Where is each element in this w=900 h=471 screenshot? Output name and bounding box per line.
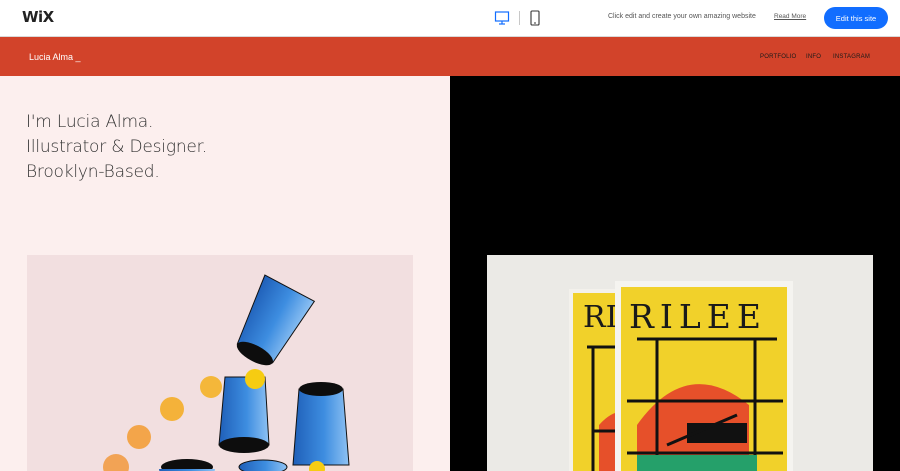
site-name[interactable]: Lucia Alma _ [29, 52, 81, 62]
poster-front-letters: RILEE [629, 297, 767, 336]
cups-and-coins-illustration [103, 274, 350, 471]
coin [103, 454, 129, 471]
hero-line-location: Brooklyn-Based. [26, 162, 160, 182]
rilee-poster-graphic: RI RILEE [569, 281, 793, 471]
cup-shape [238, 459, 288, 471]
promo-text: Click edit and create your own amazing w… [608, 13, 756, 20]
coin [160, 397, 184, 421]
wix-logo[interactable]: WiX [22, 8, 54, 26]
poster-back-letters: RI [583, 300, 617, 335]
nav-instagram[interactable]: INSTAGRAM [833, 54, 870, 60]
hero-headline: I'm Lucia Alma. Illustrator & Designer. … [26, 110, 207, 185]
edit-site-button[interactable]: Edit this site [824, 7, 888, 29]
cup-shape [292, 382, 350, 466]
portfolio-pane: RI RILEE [450, 76, 900, 471]
site-header: Lucia Alma _ PORTFOLIO INFO INSTAGRAM [0, 37, 900, 76]
wix-editor-bar: WiX Click edit and create your own amazi… [0, 0, 900, 37]
desktop-icon[interactable] [494, 10, 510, 26]
nav-info[interactable]: INFO [806, 54, 821, 60]
device-separator [519, 11, 520, 25]
intro-pane: I'm Lucia Alma. Illustrator & Designer. … [0, 76, 450, 471]
device-switcher [494, 10, 540, 26]
cup-shape [218, 376, 270, 453]
poster-photo[interactable]: RI RILEE [487, 255, 873, 471]
illustration-card[interactable] [27, 255, 413, 471]
coin [245, 369, 265, 389]
coin [200, 376, 222, 398]
nav-portfolio[interactable]: PORTFOLIO [760, 54, 796, 60]
hero-line-name: I'm Lucia Alma. [26, 112, 154, 132]
mobile-icon[interactable] [530, 10, 540, 26]
cup-shape [236, 274, 316, 366]
poster-front: RILEE [615, 281, 793, 471]
coin [127, 425, 151, 449]
hero-line-role: Illustrator & Designer. [26, 137, 208, 157]
read-more-link[interactable]: Read More [774, 13, 806, 20]
